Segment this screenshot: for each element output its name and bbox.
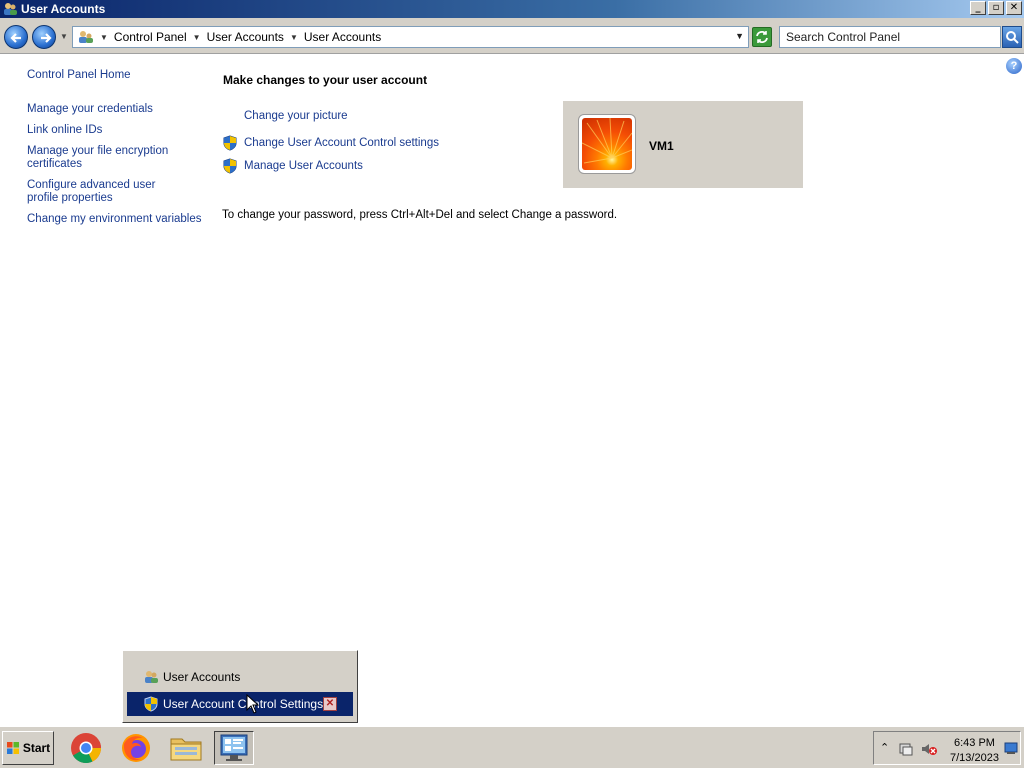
left-task-pane: Control Panel Home Manage your credentia… [27, 69, 207, 234]
window-list-label: User Accounts [163, 670, 241, 684]
uac-shield-icon [223, 158, 237, 174]
restore-button[interactable]: ▫ [988, 1, 1004, 15]
manage-user-accounts-link[interactable]: Manage User Accounts [244, 160, 363, 173]
page-title: Make changes to your user account [223, 73, 428, 87]
manage-file-encryption-link[interactable]: Manage your file encryption certificates [27, 145, 177, 171]
mouse-cursor-icon [246, 694, 260, 714]
back-button[interactable] [4, 25, 28, 49]
user-accounts-icon [4, 3, 17, 15]
address-history-dropdown[interactable]: ▼ [735, 31, 744, 41]
close-window-icon[interactable]: ✕ [323, 697, 337, 711]
breadcrumb-user-accounts-current[interactable]: User Accounts [304, 30, 381, 44]
change-uac-settings-link[interactable]: Change User Account Control settings [244, 137, 439, 150]
action-center-icon[interactable] [898, 741, 914, 757]
title-bar: User Accounts _ ▫ ✕ [0, 0, 1024, 18]
control-panel-home-link[interactable]: Control Panel Home [27, 69, 207, 82]
show-desktop-icon[interactable] [1004, 741, 1018, 755]
configure-user-profile-link[interactable]: Configure advanced user profile properti… [27, 179, 187, 205]
window-list-item-uac-settings[interactable]: User Account Control Settings ✕ [127, 692, 353, 716]
taskbar-file-explorer[interactable] [166, 731, 206, 765]
breadcrumb-control-panel[interactable]: Control Panel [114, 30, 187, 44]
clock-date[interactable]: 7/13/2023 [950, 752, 999, 764]
navigation-bar: ▼ ▼ Control Panel ▼ User Accounts ▼ User Ac… [0, 18, 1024, 54]
password-hint: To change your password, press Ctrl+Alt+… [222, 209, 618, 221]
taskbar: Start ⌃ 6:43 PM 7/13/2023 [0, 726, 1024, 768]
close-button[interactable]: ✕ [1006, 1, 1022, 15]
window-title: User Accounts [21, 2, 106, 16]
taskbar-chrome[interactable] [66, 731, 106, 765]
uac-shield-icon [223, 135, 237, 151]
search-button[interactable] [1002, 26, 1022, 48]
file-explorer-icon [170, 738, 202, 761]
start-button[interactable]: Start [2, 731, 54, 765]
help-icon[interactable]: ? [1006, 58, 1022, 74]
window-list-label: User Account Control Settings [163, 697, 324, 711]
link-online-ids-link[interactable]: Link online IDs [27, 124, 207, 137]
task-manage-user-accounts[interactable]: Manage User Accounts [222, 158, 363, 174]
search-input[interactable]: Search Control Panel [779, 26, 1001, 48]
change-picture-link[interactable]: Change your picture [244, 110, 348, 123]
breadcrumb-separator[interactable]: ▼ [290, 33, 298, 42]
clock-time[interactable]: 6:43 PM [954, 737, 995, 749]
user-accounts-icon [145, 671, 158, 683]
system-tray: ⌃ 6:43 PM 7/13/2023 [873, 731, 1021, 765]
address-bar[interactable]: ▼ Control Panel ▼ User Accounts ▼ User Acco… [72, 26, 749, 48]
manage-credentials-link[interactable]: Manage your credentials [27, 103, 157, 116]
taskbar-control-panel[interactable] [214, 731, 254, 765]
forward-button[interactable] [32, 25, 56, 49]
volume-muted-icon[interactable] [920, 741, 938, 757]
minimize-button[interactable]: _ [970, 1, 986, 15]
taskbar-window-list: User Accounts User Account Control Setti… [122, 650, 358, 723]
control-panel-icon [79, 31, 93, 43]
account-name: VM1 [649, 139, 674, 153]
user-avatar[interactable] [578, 114, 636, 174]
task-change-uac-settings[interactable]: Change User Account Control settings [222, 135, 439, 151]
refresh-icon [756, 31, 768, 43]
breadcrumb-separator[interactable]: ▼ [100, 33, 108, 42]
back-arrow-icon [10, 33, 21, 43]
forward-arrow-icon [41, 33, 52, 43]
start-label: Start [22, 741, 51, 755]
refresh-button[interactable] [752, 27, 772, 47]
uac-shield-icon [144, 696, 158, 712]
search-icon [1006, 31, 1019, 44]
search-placeholder: Search Control Panel [786, 30, 901, 44]
windows-logo-icon [6, 742, 19, 754]
breadcrumb-separator[interactable]: ▼ [193, 33, 201, 42]
chrome-icon [71, 733, 102, 763]
change-environment-variables-link[interactable]: Change my environment variables [27, 213, 207, 226]
breadcrumb-user-accounts[interactable]: User Accounts [207, 30, 284, 44]
show-hidden-icons-button[interactable]: ⌃ [880, 741, 889, 754]
recent-pages-dropdown[interactable]: ▼ [60, 32, 68, 41]
flower-picture [582, 118, 632, 170]
taskbar-firefox[interactable] [116, 731, 156, 765]
task-change-picture[interactable]: Change your picture [222, 108, 348, 124]
user-account-tile: VM1 [563, 101, 803, 188]
window-list-item-user-accounts[interactable]: User Accounts [127, 665, 353, 689]
firefox-icon [122, 734, 150, 762]
control-panel-icon [220, 734, 248, 761]
